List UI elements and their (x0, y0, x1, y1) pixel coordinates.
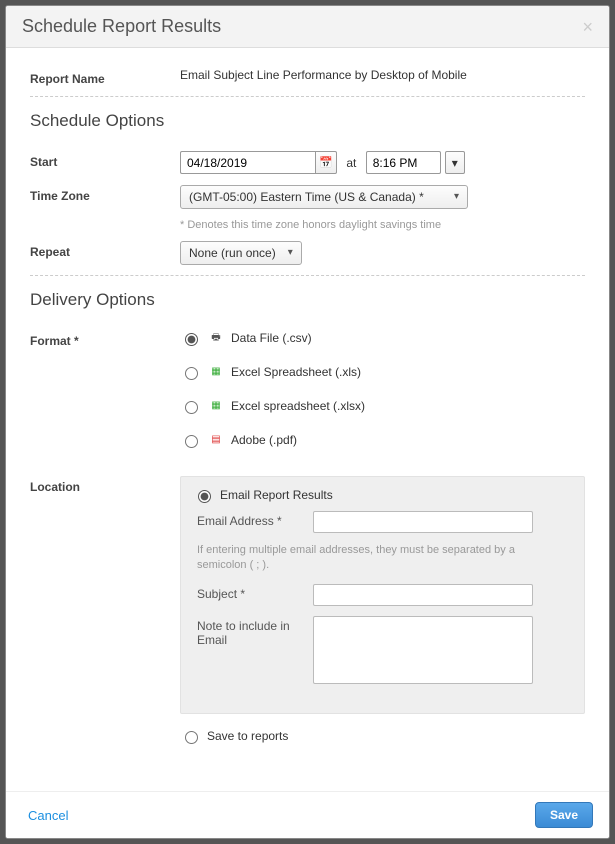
note-row: Note to include in Email (193, 616, 572, 687)
repeat-selected: None (run once) (189, 246, 276, 260)
file-xlsx-icon: ▦ (209, 398, 223, 414)
location-label: Location (30, 476, 180, 494)
repeat-row: Repeat None (run once) ▾ (30, 241, 585, 265)
repeat-label: Repeat (30, 241, 180, 259)
report-name-row: Report Name Email Subject Line Performan… (30, 68, 585, 86)
email-address-label: Email Address * (193, 511, 313, 528)
email-option-label: Email Report Results (220, 488, 333, 502)
format-label-csv: Data File (.csv) (231, 331, 312, 345)
file-csv-icon: 🖶 (209, 330, 223, 346)
format-option-csv[interactable]: 🖶 Data File (.csv) (180, 330, 585, 346)
start-date-field[interactable]: 📅 (180, 151, 337, 174)
save-option-label: Save to reports (207, 729, 288, 743)
timezone-value: (GMT-05:00) Eastern Time (US & Canada) *… (180, 185, 585, 231)
email-address-input[interactable] (313, 511, 533, 533)
start-row: Start 📅 at ▾ (30, 151, 585, 175)
timezone-row: Time Zone (GMT-05:00) Eastern Time (US &… (30, 185, 585, 231)
start-time-input[interactable] (366, 151, 441, 174)
location-row: Location Email Report Results Email Addr… (30, 476, 585, 744)
repeat-value-wrap: None (run once) ▾ (180, 241, 585, 265)
cancel-button[interactable]: Cancel (22, 807, 74, 824)
location-radio-email[interactable] (198, 490, 211, 503)
modal-footer: Cancel Save (6, 791, 609, 838)
schedule-report-modal: Schedule Report Results × Report Name Em… (5, 5, 610, 839)
timezone-select[interactable]: (GMT-05:00) Eastern Time (US & Canada) *… (180, 185, 468, 209)
format-radio-csv[interactable] (185, 333, 198, 346)
delivery-section-title: Delivery Options (30, 290, 585, 310)
format-label-xls: Excel Spreadsheet (.xls) (231, 365, 361, 379)
note-label: Note to include in Email (193, 616, 313, 647)
format-row: Format * 🖶 Data File (.csv) ▦ Excel Spre… (30, 330, 585, 466)
subject-input[interactable] (313, 584, 533, 606)
format-option-pdf[interactable]: ▤ Adobe (.pdf) (180, 432, 585, 448)
email-address-row: Email Address * (193, 511, 572, 533)
format-label-xlsx: Excel spreadsheet (.xlsx) (231, 399, 365, 413)
format-option-xlsx[interactable]: ▦ Excel spreadsheet (.xlsx) (180, 398, 585, 414)
subject-label: Subject * (193, 584, 313, 601)
save-option[interactable]: Save to reports (180, 728, 585, 744)
at-text: at (346, 152, 356, 175)
start-value: 📅 at ▾ (180, 151, 585, 175)
report-name-value: Email Subject Line Performance by Deskto… (180, 68, 585, 82)
format-radio-xls[interactable] (185, 367, 198, 380)
format-radio-pdf[interactable] (185, 435, 198, 448)
repeat-select[interactable]: None (run once) ▾ (180, 241, 302, 265)
divider (30, 275, 585, 276)
file-pdf-icon: ▤ (209, 432, 223, 448)
location-value: Email Report Results Email Address * If … (180, 476, 585, 744)
format-option-xls[interactable]: ▦ Excel Spreadsheet (.xls) (180, 364, 585, 380)
chevron-down-icon: ▾ (288, 247, 293, 258)
start-time-field[interactable]: ▾ (366, 151, 465, 174)
report-name-label: Report Name (30, 68, 180, 86)
modal-title: Schedule Report Results (22, 16, 221, 37)
modal-header: Schedule Report Results × (6, 6, 609, 48)
email-location-panel: Email Report Results Email Address * If … (180, 476, 585, 714)
chevron-down-icon: ▾ (454, 191, 459, 202)
timezone-hint: * Denotes this time zone honors daylight… (180, 219, 585, 231)
time-dropdown-button[interactable]: ▾ (445, 151, 465, 174)
modal-body: Report Name Email Subject Line Performan… (6, 48, 609, 791)
file-xls-icon: ▦ (209, 364, 223, 380)
note-textarea[interactable] (313, 616, 533, 684)
format-label: Format * (30, 330, 180, 348)
timezone-selected: (GMT-05:00) Eastern Time (US & Canada) * (189, 190, 424, 204)
save-button[interactable]: Save (535, 802, 593, 828)
format-radio-xlsx[interactable] (185, 401, 198, 414)
calendar-button[interactable]: 📅 (315, 151, 337, 174)
format-label-pdf: Adobe (.pdf) (231, 433, 297, 447)
start-label: Start (30, 151, 180, 169)
start-date-input[interactable] (180, 151, 315, 174)
format-options: 🖶 Data File (.csv) ▦ Excel Spreadsheet (… (180, 330, 585, 466)
timezone-label: Time Zone (30, 185, 180, 203)
calendar-icon: 📅 (319, 156, 333, 169)
close-icon[interactable]: × (582, 18, 593, 36)
email-hint: If entering multiple email addresses, th… (193, 543, 572, 574)
email-option[interactable]: Email Report Results (193, 487, 572, 503)
location-radio-save[interactable] (185, 731, 198, 744)
subject-row: Subject * (193, 584, 572, 606)
divider (30, 96, 585, 97)
chevron-down-icon: ▾ (452, 156, 458, 170)
schedule-section-title: Schedule Options (30, 111, 585, 131)
